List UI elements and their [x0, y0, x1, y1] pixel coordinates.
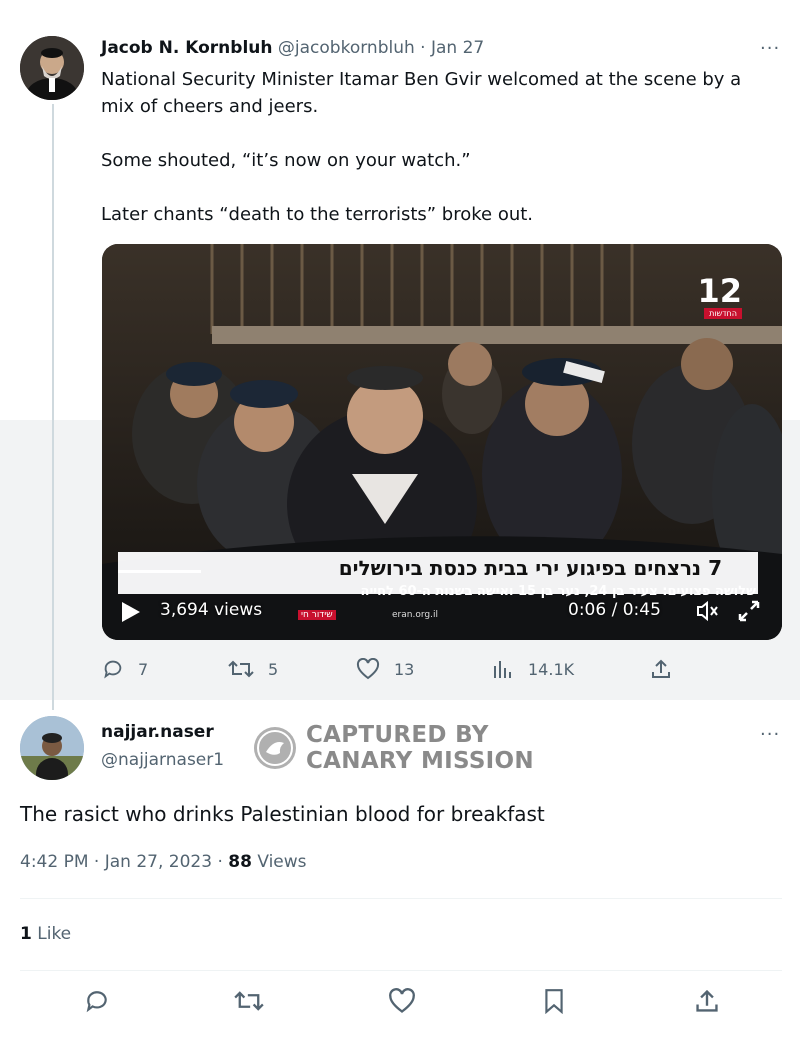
video-time: 0:06 / 0:45: [568, 600, 661, 620]
retweet-button[interactable]: [234, 988, 278, 1014]
watermark: CAPTURED BY CANARY MISSION: [254, 722, 534, 774]
reply-button[interactable]: [84, 988, 124, 1014]
retweet-count: 5: [268, 659, 279, 679]
like-button[interactable]: 13: [356, 658, 414, 680]
retweet-button[interactable]: 5: [228, 658, 278, 680]
reply-button[interactable]: 7: [102, 658, 148, 680]
site-label: eran.org.il: [392, 610, 438, 620]
channel-logo-sub: החדשות: [704, 308, 742, 319]
separator: ·: [420, 38, 426, 58]
like-button[interactable]: [388, 988, 430, 1014]
reply-count: 7: [138, 659, 149, 679]
tweet-meta: 4:42 PM · Jan 27, 2023 · 88 Views: [20, 852, 307, 872]
views-label: Views: [257, 852, 307, 872]
share-icon: [696, 989, 718, 1012]
more-options-icon[interactable]: ···: [760, 724, 780, 745]
heart-icon: [356, 658, 380, 680]
tweet-text-line: Later chants “death to the terrorists” b…: [101, 204, 534, 225]
reply-icon: [86, 991, 107, 1013]
tweet-text-line: Some shouted, “it’s now on your watch.”: [101, 150, 471, 171]
watermark-line-2: CANARY MISSION: [306, 748, 534, 774]
tweet-text: The rasict who drinks Palestinian blood …: [20, 802, 545, 826]
tweet-header: Jacob N. Kornbluh @jacobkornbluh · Jan 2…: [101, 38, 484, 58]
play-icon[interactable]: [122, 602, 140, 622]
avatar[interactable]: [20, 716, 84, 780]
bar-chart-icon: [494, 661, 511, 678]
likes-count: 1: [20, 924, 32, 944]
tweet-text-line: mix of cheers and jeers.: [101, 96, 319, 117]
retweet-icon: [228, 660, 254, 678]
video-player[interactable]: 12 החדשות 7 נרצחים בפיגוע ירי בבית כנסת …: [102, 244, 782, 640]
tweet-time[interactable]: 4:42 PM: [20, 852, 89, 872]
handle[interactable]: @najjarnaser1: [101, 750, 224, 770]
video-view-count: 3,694 views: [160, 600, 263, 620]
tweet-text-line: National Security Minister Itamar Ben Gv…: [101, 69, 742, 90]
display-name[interactable]: Jacob N. Kornbluh: [101, 38, 273, 58]
share-button[interactable]: [650, 658, 686, 680]
thread-connector-line: [52, 104, 54, 710]
tweet-date[interactable]: Jan 27, 2023: [105, 852, 212, 872]
display-name[interactable]: najjar.naser: [101, 722, 214, 742]
ticker-headline: 7 נרצחים בפיגוע ירי בבית כנסת בירושלים: [338, 556, 722, 580]
video-progress-bar[interactable]: [118, 570, 201, 573]
divider: [20, 970, 782, 971]
watermark-line-1: CAPTURED BY: [306, 722, 489, 748]
ticker-subline: שלושה פצועים: צעיר בן 24, נער בן 15 ואיש…: [360, 584, 756, 599]
tweet-actions: [0, 988, 800, 1018]
avatar[interactable]: [20, 36, 84, 100]
bookmark-icon: [545, 989, 563, 1014]
retweet-icon: [234, 991, 264, 1011]
divider: [20, 898, 782, 899]
views-button[interactable]: 14.1K: [492, 658, 574, 680]
likes-label: Like: [37, 924, 72, 944]
bookmark-button[interactable]: [542, 988, 580, 1014]
canary-logo-icon: [254, 727, 296, 769]
reply-icon: [104, 660, 122, 679]
live-label: שידור חי: [298, 610, 336, 620]
tweet-date[interactable]: Jan 27: [431, 38, 484, 58]
tweet-actions: 7 5 13 14.1K: [0, 658, 800, 688]
channel-logo: 12: [697, 272, 742, 310]
share-icon: [652, 659, 670, 678]
heart-icon: [389, 988, 415, 1013]
like-count: 13: [394, 659, 415, 679]
more-options-icon[interactable]: ···: [760, 38, 780, 59]
views-count: 88: [228, 852, 252, 872]
share-button[interactable]: [694, 988, 734, 1014]
likes-summary[interactable]: 1 Like: [20, 924, 71, 944]
handle[interactable]: @jacobkornbluh: [278, 38, 415, 58]
view-count: 14.1K: [528, 659, 575, 679]
